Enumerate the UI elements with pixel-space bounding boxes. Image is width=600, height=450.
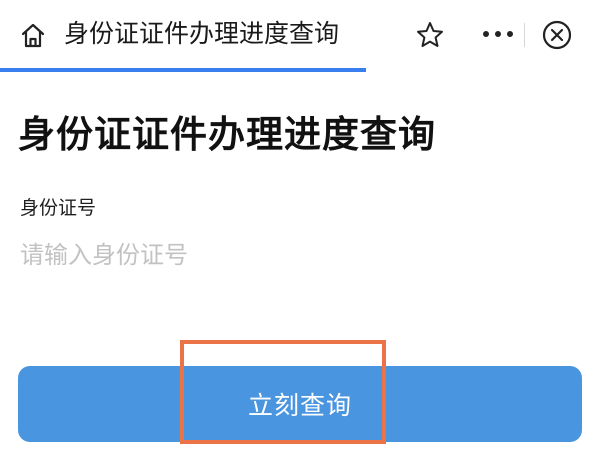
toolbar-divider: [524, 23, 525, 47]
home-icon: [21, 23, 45, 48]
page-load-progress-fill: [0, 68, 366, 72]
top-bar: 身份证证件办理进度查询: [0, 0, 600, 72]
close-button[interactable]: [540, 18, 574, 52]
id-number-input[interactable]: [14, 233, 574, 277]
id-number-label: 身份证号: [20, 197, 97, 219]
page-load-progress: [0, 68, 600, 72]
close-icon: [542, 20, 572, 50]
page-title: 身份证证件办理进度查询: [18, 113, 436, 156]
more-button[interactable]: [478, 22, 518, 46]
query-now-button[interactable]: 立刻查询: [18, 366, 582, 442]
page: 身份证证件办理进度查询 身份证证件办理进度查询 身份证号 立刻: [0, 0, 600, 450]
more-icon: [483, 31, 513, 37]
star-icon: [417, 22, 443, 47]
favorite-button[interactable]: [414, 19, 446, 51]
window-title: 身份证证件办理进度查询: [64, 19, 340, 48]
home-button[interactable]: [18, 20, 48, 50]
